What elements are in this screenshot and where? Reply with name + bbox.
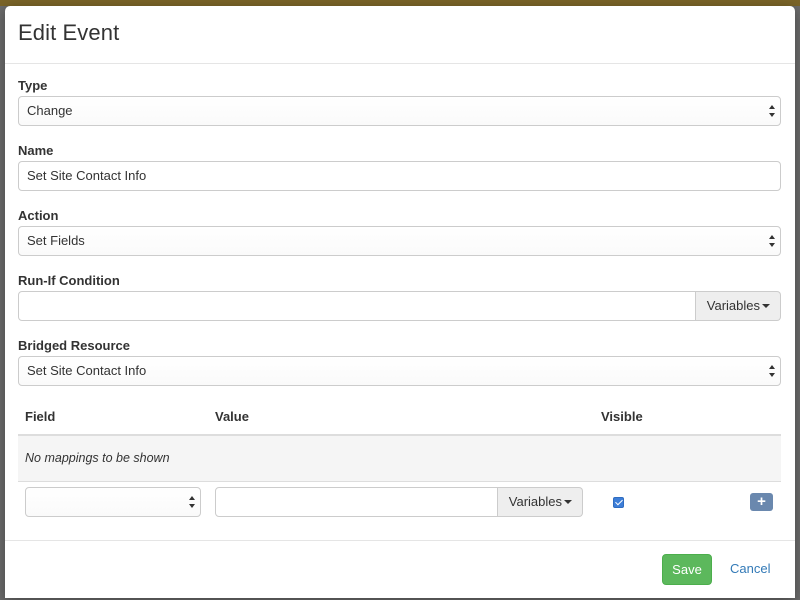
select-arrows-icon xyxy=(769,365,776,377)
bridged-resource-group: Bridged Resource Set Site Contact Info xyxy=(18,336,781,386)
add-mapping-button[interactable]: + xyxy=(750,493,773,511)
run-if-group: Run-If Condition Variables xyxy=(18,271,781,321)
run-if-variables-label: Variables xyxy=(706,298,760,313)
modal-title: Edit Event xyxy=(18,20,120,45)
cancel-link[interactable]: Cancel xyxy=(730,554,770,585)
bridged-resource-label: Bridged Resource xyxy=(18,338,130,353)
column-header-visible: Visible xyxy=(601,409,643,424)
name-label: Name xyxy=(18,143,54,158)
modal-footer: Save Cancel xyxy=(5,540,795,598)
caret-down-icon xyxy=(762,303,770,308)
action-label: Action xyxy=(18,208,59,223)
select-arrows-icon xyxy=(189,496,196,508)
name-input[interactable]: Set Site Contact Info xyxy=(18,161,781,191)
select-arrows-icon xyxy=(769,235,776,247)
type-select[interactable]: Change xyxy=(18,96,781,126)
select-arrows-icon xyxy=(769,105,776,117)
name-input-value: Set Site Contact Info xyxy=(27,168,147,183)
run-if-input[interactable] xyxy=(18,291,696,321)
new-mapping-visible-checkbox[interactable] xyxy=(613,497,624,508)
run-if-input-group: Variables xyxy=(18,291,781,321)
new-mapping-field-select[interactable] xyxy=(25,487,201,517)
run-if-label: Run-If Condition xyxy=(18,273,120,288)
edit-event-modal: Edit Event Type Change Name Set Site Con… xyxy=(5,6,795,598)
caret-down-icon xyxy=(564,499,572,504)
bridged-resource-select[interactable]: Set Site Contact Info xyxy=(18,356,781,386)
column-header-field: Field xyxy=(25,409,56,424)
type-select-value: Change xyxy=(27,103,73,118)
new-mapping-variables-button[interactable]: Variables xyxy=(497,487,583,517)
run-if-variables-button[interactable]: Variables xyxy=(695,291,781,321)
modal-header: Edit Event xyxy=(5,6,795,64)
new-mapping-variables-label: Variables xyxy=(508,494,562,509)
name-group: Name Set Site Contact Info xyxy=(18,141,781,191)
save-button[interactable]: Save xyxy=(662,554,712,585)
action-select-value: Set Fields xyxy=(27,233,85,248)
type-group: Type Change xyxy=(18,76,781,126)
new-mapping-row: Variables + xyxy=(18,482,781,540)
new-mapping-value-group: Variables xyxy=(215,487,583,517)
action-select[interactable]: Set Fields xyxy=(18,226,781,256)
action-group: Action Set Fields xyxy=(18,206,781,256)
type-label: Type xyxy=(18,78,48,93)
column-header-value: Value xyxy=(215,409,249,424)
mappings-empty-row: No mappings to be shown xyxy=(18,436,781,482)
mappings-table-header: Field Value Visible xyxy=(18,404,781,436)
bridged-resource-value: Set Site Contact Info xyxy=(27,363,147,378)
new-mapping-value-input[interactable] xyxy=(215,487,498,517)
